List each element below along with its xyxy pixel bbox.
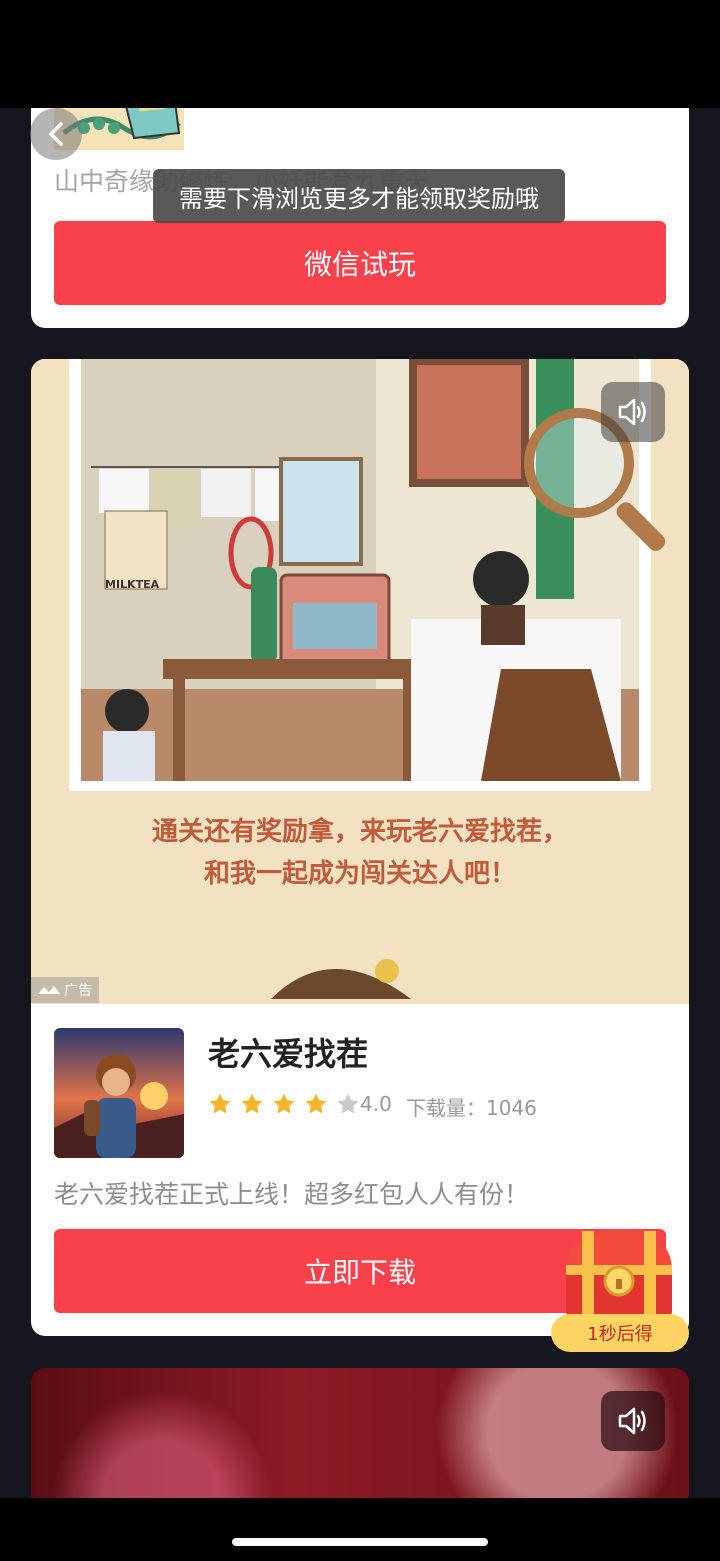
treasure-chest-icon[interactable] bbox=[560, 1227, 678, 1323]
reward-countdown-badge: 1秒后得 bbox=[551, 1314, 689, 1352]
ad-label: 广告 bbox=[31, 977, 99, 1003]
scroll-hint-toast: 需要下滑浏览更多才能领取奖励哦 bbox=[153, 169, 565, 223]
app-description: 老六爱找茬正式上线！超多红包人人有份！ bbox=[54, 1180, 530, 1209]
poster-label: MILKTEA bbox=[105, 578, 160, 591]
home-indicator[interactable] bbox=[232, 1538, 488, 1546]
star-filled-icon bbox=[273, 1093, 295, 1114]
ad-logo-icon bbox=[38, 986, 60, 994]
app-icon[interactable] bbox=[54, 1028, 184, 1158]
download-count-label: 下载量： bbox=[406, 1096, 486, 1120]
speaker-icon bbox=[618, 398, 646, 426]
sound-toggle-button[interactable] bbox=[601, 382, 665, 442]
video-ad-card[interactable] bbox=[31, 1368, 689, 1498]
star-filled-icon bbox=[209, 1093, 231, 1114]
chevron-left-icon bbox=[49, 122, 63, 146]
ad-label-text: 广告 bbox=[64, 983, 92, 999]
star-empty-icon bbox=[337, 1093, 359, 1114]
app-ad-card: 通关还有奖励拿，来玩老六爱找茬， 和我一起成为闯关达人吧！ MILKTEA 广告 bbox=[31, 359, 689, 1336]
status-bar bbox=[0, 0, 720, 108]
ad-headline-line2: 和我一起成为闯关达人吧！ bbox=[203, 859, 516, 889]
back-button[interactable] bbox=[30, 108, 82, 160]
navigation-bar bbox=[0, 1498, 720, 1561]
sound-toggle-button[interactable] bbox=[601, 1391, 665, 1451]
wechat-try-button[interactable]: 微信试玩 bbox=[54, 221, 666, 305]
rating-value: 4.0 bbox=[360, 1092, 392, 1116]
ad-banner[interactable]: 通关还有奖励拿，来玩老六爱找茬， 和我一起成为闯关达人吧！ MILKTEA 广告 bbox=[31, 359, 689, 1004]
download-count-value: 1046 bbox=[486, 1096, 537, 1120]
speaker-icon bbox=[618, 1407, 646, 1435]
star-filled-icon bbox=[305, 1093, 327, 1114]
download-count: 下载量：1046 bbox=[406, 1092, 537, 1121]
ad-headline-line1: 通关还有奖励拿，来玩老六爱找茬， bbox=[151, 817, 568, 847]
star-filled-icon bbox=[241, 1093, 263, 1114]
app-name: 老六爱找茬 bbox=[208, 1035, 369, 1073]
star-rating bbox=[208, 1092, 360, 1116]
